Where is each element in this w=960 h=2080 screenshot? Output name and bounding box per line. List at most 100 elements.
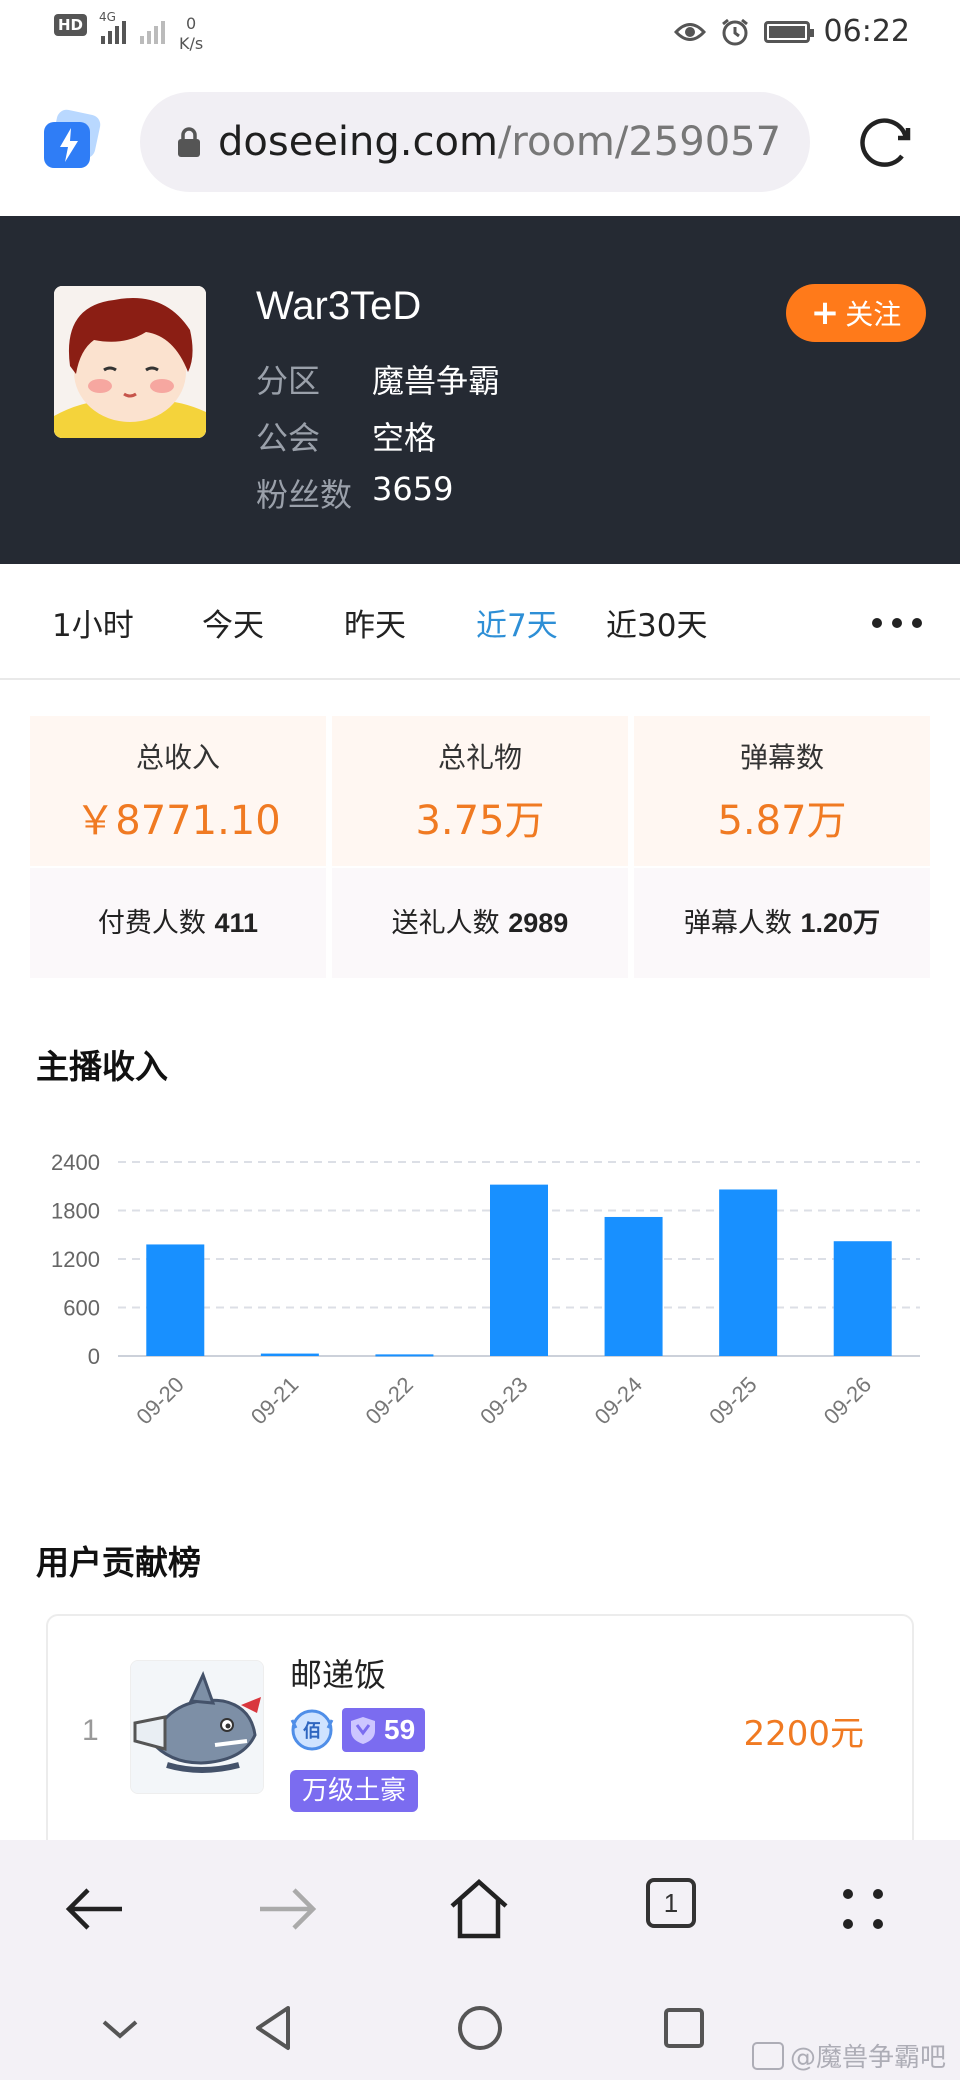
- info-row-guild: 公会 空格: [256, 413, 436, 459]
- reload-icon[interactable]: [852, 110, 918, 176]
- streamer-avatar-image: [54, 286, 206, 438]
- y-tick-label: 1200: [51, 1247, 100, 1272]
- x-tick-label: 09-21: [246, 1372, 303, 1429]
- nav-home-icon[interactable]: [450, 1998, 510, 2058]
- contributor-tag: 万级土豪: [290, 1770, 419, 1812]
- y-tick-label: 600: [63, 1296, 100, 1321]
- stat-value: 5.87万: [717, 798, 847, 844]
- stat-value: ￥8771.10: [75, 798, 281, 844]
- income-bar[interactable]: [604, 1216, 663, 1356]
- info-key: 公会: [256, 419, 321, 457]
- home-icon[interactable]: [444, 1874, 514, 1944]
- nav-recents-icon[interactable]: [654, 1998, 714, 2058]
- follow-label: 关注: [845, 298, 902, 331]
- network-label: 4G: [99, 10, 116, 24]
- status-bar: HD 4G 0 K/s 06:22: [0, 0, 960, 70]
- nav-back-icon[interactable]: [244, 1998, 304, 2058]
- stat-value: 2989: [508, 908, 569, 938]
- url-field[interactable]: doseeing.com/room/259057: [140, 92, 810, 192]
- menu-dots-icon[interactable]: [828, 1874, 898, 1944]
- eye-icon: [673, 22, 706, 41]
- url-domain: doseeing.com: [218, 119, 498, 165]
- stats-grid: 总收入 ￥8771.10 总礼物 3.75万 弹幕数 5.87万 付费人数 41…: [30, 716, 930, 978]
- income-bar[interactable]: [719, 1189, 778, 1356]
- stat-label: 付费人数: [97, 908, 206, 939]
- income-section-title: 主播收入: [36, 1047, 168, 1086]
- medal-badge-icon: 佰: [290, 1709, 334, 1751]
- browser-toolbar: 1: [0, 1840, 960, 1976]
- signal-icon: 4G: [99, 10, 127, 44]
- network-speed: 0 K/s: [179, 14, 203, 54]
- tab-yesterday[interactable]: 昨天: [344, 600, 406, 645]
- stat-label: 总礼物: [437, 741, 522, 774]
- shark-avatar-image: [131, 1661, 263, 1793]
- nav-collapse-icon[interactable]: [90, 1998, 150, 2058]
- stat-total-gifts: 总礼物 3.75万: [332, 716, 628, 866]
- stat-paying-users: 付费人数 411: [30, 868, 326, 978]
- alarm-icon: [721, 18, 748, 45]
- x-tick-label: 09-25: [704, 1372, 761, 1429]
- info-value: 魔兽争霸: [372, 362, 501, 400]
- income-bar[interactable]: [146, 1244, 205, 1356]
- browser-logo-icon[interactable]: [40, 108, 104, 172]
- time-range-tabs: 1小时 今天 昨天 近7天 近30天: [0, 564, 960, 680]
- tabs-button[interactable]: 1: [646, 1878, 696, 1928]
- info-key: 分区: [256, 362, 321, 400]
- stat-danmaku-users: 弹幕人数 1.20万: [634, 868, 930, 978]
- stat-label: 弹幕数: [739, 741, 824, 774]
- stat-label: 弹幕人数: [683, 908, 792, 939]
- tab-7-days[interactable]: 近7天: [476, 600, 558, 645]
- contributor-rank: 1: [82, 1714, 99, 1747]
- follow-button[interactable]: + 关注: [786, 284, 926, 342]
- svg-text:佰: 佰: [303, 1720, 321, 1741]
- x-tick-label: 09-20: [131, 1372, 188, 1429]
- stat-value: 411: [214, 908, 259, 938]
- contributor-amount: 2200元: [743, 1714, 864, 1754]
- x-tick-label: 09-22: [360, 1372, 417, 1429]
- url-path: /room/259057: [497, 119, 782, 165]
- x-tick-label: 09-24: [590, 1372, 647, 1429]
- stat-danmaku-count: 弹幕数 5.87万: [634, 716, 930, 866]
- status-time: 06:22: [823, 14, 910, 49]
- stat-total-income: 总收入 ￥8771.10: [30, 716, 326, 866]
- lock-icon: [178, 127, 200, 157]
- forward-arrow-icon[interactable]: [252, 1874, 322, 1944]
- stat-value: 1.20万: [800, 908, 881, 938]
- tab-30-days[interactable]: 近30天: [606, 600, 707, 645]
- info-key: 粉丝数: [256, 476, 353, 514]
- status-left: HD 4G 0 K/s: [54, 10, 203, 54]
- watermark: @魔兽争霸吧: [751, 2037, 946, 2074]
- income-bar[interactable]: [260, 1353, 319, 1356]
- url-text: doseeing.com/room/259057: [218, 119, 781, 165]
- info-row-fans: 粉丝数 3659: [256, 470, 453, 516]
- info-value: 空格: [372, 419, 437, 457]
- y-tick-label: 0: [88, 1344, 100, 1369]
- status-right: 06:22: [673, 14, 910, 49]
- stat-label: 总收入: [135, 741, 220, 774]
- income-bar[interactable]: [375, 1354, 434, 1357]
- tab-today[interactable]: 今天: [202, 600, 264, 645]
- stat-label: 送礼人数: [391, 908, 500, 939]
- income-bar-chart: 0 600 1200 1800 2400 09-20 09-21 09-22 09-23 09-2…: [51, 1150, 920, 1429]
- y-tick-label: 2400: [51, 1150, 100, 1175]
- x-tick-label: 09-23: [475, 1372, 532, 1429]
- y-tick-label: 1800: [51, 1199, 100, 1224]
- watermark-text: @魔兽争霸吧: [789, 2043, 946, 2073]
- browser-address-bar: doseeing.com/room/259057: [0, 70, 960, 216]
- speed-value: 0: [186, 14, 197, 33]
- stat-value: 3.75万: [415, 798, 545, 844]
- contrib-section-title: 用户贡献榜: [36, 1543, 201, 1582]
- hd-badge: HD: [54, 14, 88, 36]
- level-badge: 59: [342, 1708, 426, 1752]
- level-shield-icon: [351, 1717, 375, 1744]
- contributor-avatar: [130, 1660, 264, 1794]
- more-icon[interactable]: [872, 618, 922, 628]
- income-bar[interactable]: [490, 1184, 548, 1356]
- contributor-name: 邮递饭: [290, 1656, 387, 1694]
- tab-1-hour[interactable]: 1小时: [52, 600, 134, 645]
- contributor-badges: 佰 59: [290, 1708, 426, 1752]
- room-header: War3TeD 分区 魔兽争霸 公会 空格 粉丝数 3659 + 关注: [0, 216, 960, 564]
- back-arrow-icon[interactable]: [60, 1874, 130, 1944]
- battery-icon: [763, 20, 814, 43]
- income-bar[interactable]: [833, 1241, 892, 1356]
